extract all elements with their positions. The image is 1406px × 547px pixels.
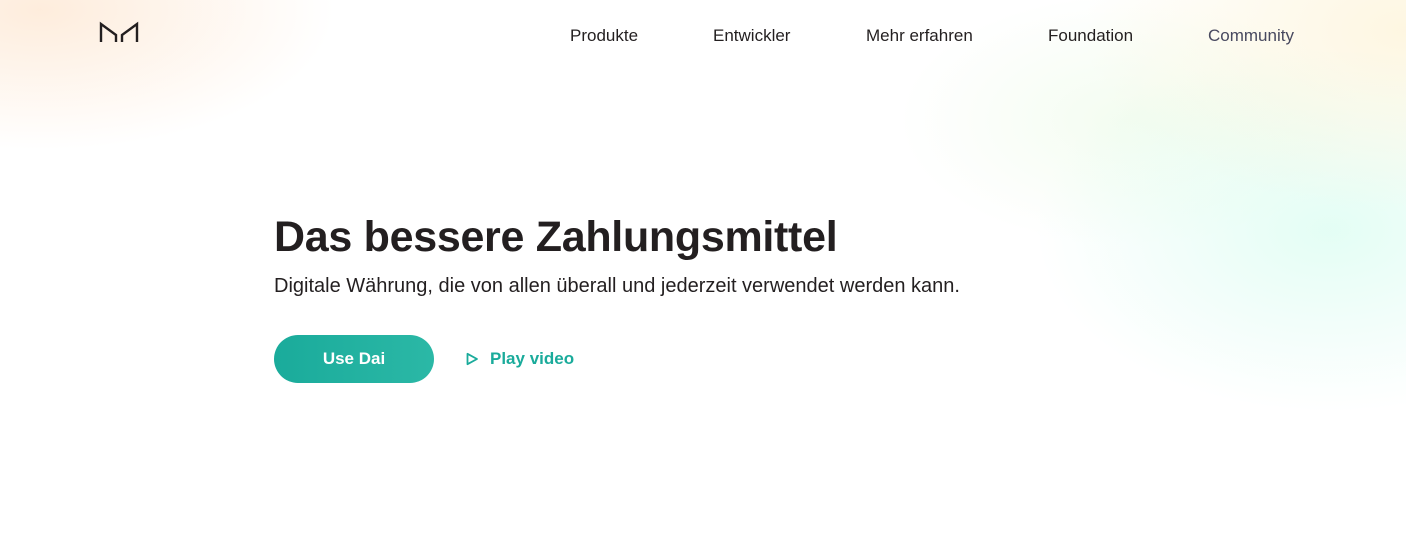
nav-item-produkte[interactable]: Produkte: [570, 25, 638, 47]
hero-subtitle: Digitale Währung, die von allen überall …: [274, 275, 960, 297]
hero-title: Das bessere Zahlungsmittel: [274, 213, 838, 261]
hero-actions: Use Dai Play video: [274, 335, 574, 383]
use-dai-button[interactable]: Use Dai: [274, 335, 434, 383]
play-video-label: Play video: [490, 349, 575, 368]
main-navigation: Produkte Entwickler Mehr erfahren Founda…: [0, 25, 1406, 49]
nav-item-entwickler[interactable]: Entwickler: [713, 25, 790, 47]
nav-item-community[interactable]: Community: [1208, 25, 1294, 47]
nav-item-mehr-erfahren[interactable]: Mehr erfahren: [866, 25, 973, 47]
nav-item-foundation[interactable]: Foundation: [1048, 25, 1133, 47]
hero-section: Das bessere Zahlungsmittel Digitale Währ…: [274, 210, 960, 300]
play-video-link[interactable]: Play video: [465, 349, 574, 369]
play-icon: [466, 352, 478, 366]
